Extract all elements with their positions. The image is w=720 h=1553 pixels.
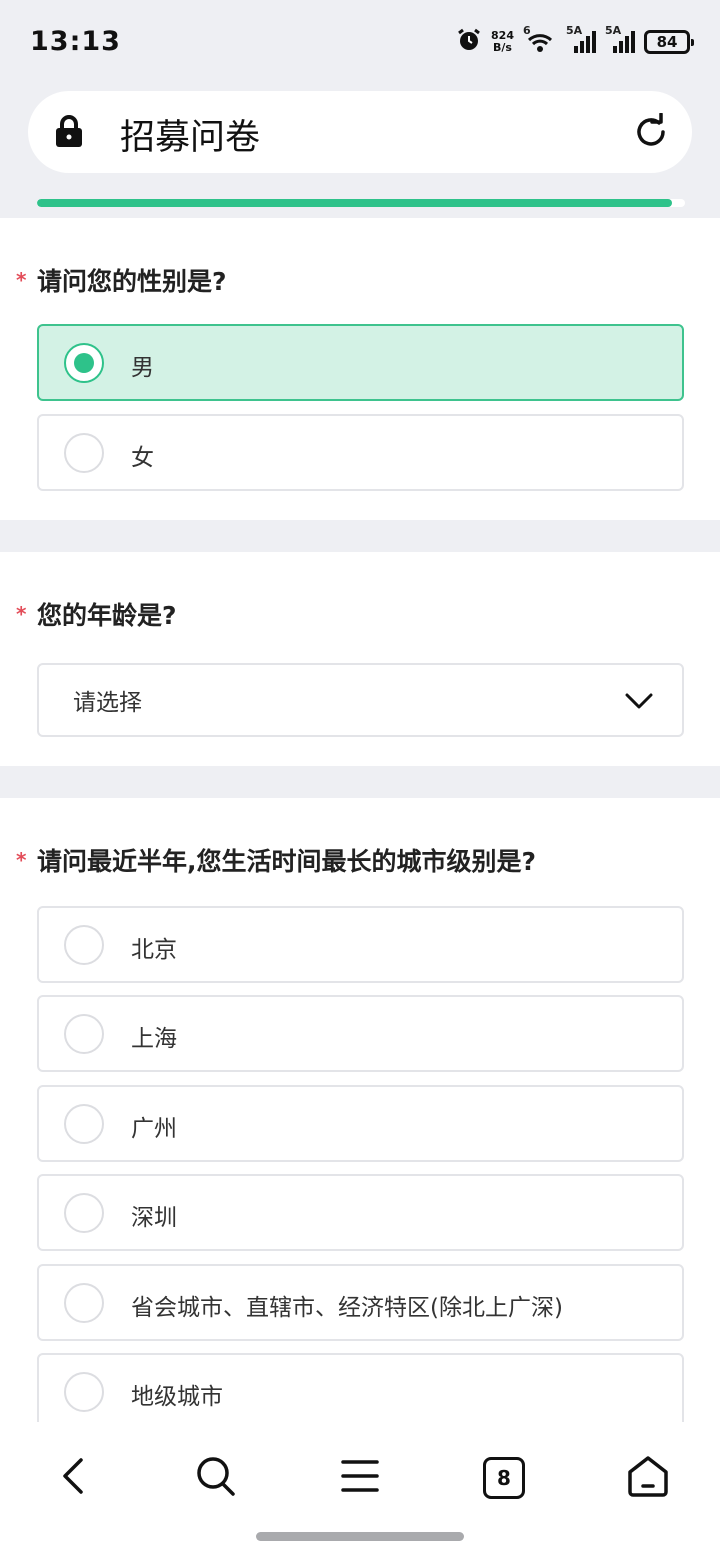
progress-area	[0, 190, 720, 218]
wifi-icon: 6	[523, 24, 557, 56]
option-label: 北京	[131, 937, 177, 963]
home-button[interactable]	[618, 1448, 678, 1508]
progress-fill	[37, 199, 673, 207]
select-value: 请选择	[73, 690, 142, 716]
radio-icon[interactable]	[64, 1283, 104, 1323]
alarm-icon	[456, 27, 482, 57]
reload-icon[interactable]	[632, 112, 670, 155]
option-shenzhen[interactable]: 深圳	[37, 1174, 684, 1251]
option-male[interactable]: 男	[37, 324, 684, 401]
back-button[interactable]	[44, 1448, 104, 1508]
radio-icon[interactable]	[64, 925, 104, 965]
required-mark: *	[16, 268, 27, 292]
status-bar: 13:13 824 B/s 6 5A 5A 84	[0, 0, 720, 84]
option-beijing[interactable]: 北京	[37, 906, 684, 983]
net-speed-unit: B/s	[493, 41, 512, 54]
radio-selected-icon[interactable]	[64, 343, 104, 383]
signal-sim1-icon: 5A	[566, 24, 596, 56]
option-label: 地级城市	[131, 1384, 223, 1410]
tabs-button[interactable]: 8	[474, 1448, 534, 1508]
network-speed: 824 B/s	[491, 30, 514, 54]
question-title: 请问最近半年,您生活时间最长的城市级别是?	[37, 847, 537, 876]
option-label: 深圳	[131, 1205, 177, 1231]
question-title: 请问您的性别是?	[37, 267, 227, 296]
question-city-level: * 请问最近半年,您生活时间最长的城市级别是? 北京 上海 广州 深圳 省会城市…	[0, 798, 720, 1422]
chevron-down-icon	[624, 691, 654, 715]
menu-icon	[341, 1458, 379, 1498]
home-icon	[626, 1454, 670, 1502]
option-provincial-capital[interactable]: 省会城市、直辖市、经济特区(除北上广深)	[37, 1264, 684, 1341]
required-mark: *	[16, 602, 27, 626]
radio-icon[interactable]	[64, 433, 104, 473]
back-icon	[59, 1456, 89, 1500]
option-label: 女	[131, 445, 154, 471]
age-select[interactable]: 请选择	[37, 663, 684, 737]
status-icons: 824 B/s 6 5A 5A 84	[456, 24, 694, 58]
status-time: 13:13	[30, 26, 121, 57]
search-icon	[194, 1454, 238, 1502]
option-shanghai[interactable]: 上海	[37, 995, 684, 1072]
question-gender: * 请问您的性别是? 男 女	[0, 218, 720, 520]
tab-count-icon: 8	[483, 1457, 525, 1499]
radio-icon[interactable]	[64, 1104, 104, 1144]
option-label: 男	[131, 355, 154, 381]
search-button[interactable]	[186, 1448, 246, 1508]
page-title: 招募问卷	[120, 118, 261, 158]
lock-icon	[54, 115, 84, 153]
option-label: 省会城市、直辖市、经济特区(除北上广深)	[131, 1295, 563, 1321]
progress-bar	[37, 199, 685, 207]
option-guangzhou[interactable]: 广州	[37, 1085, 684, 1162]
menu-button[interactable]	[330, 1448, 390, 1508]
url-bar[interactable]: 招募问卷	[28, 91, 692, 173]
home-indicator[interactable]	[256, 1532, 464, 1541]
option-prefecture-city[interactable]: 地级城市	[37, 1353, 684, 1422]
question-age: * 您的年龄是? 请选择	[0, 552, 720, 766]
radio-icon[interactable]	[64, 1372, 104, 1412]
option-female[interactable]: 女	[37, 414, 684, 491]
battery-icon: 84	[644, 30, 694, 54]
required-mark: *	[16, 848, 27, 872]
option-label: 广州	[131, 1116, 177, 1142]
option-label: 上海	[131, 1026, 177, 1052]
radio-icon[interactable]	[64, 1014, 104, 1054]
radio-icon[interactable]	[64, 1193, 104, 1233]
question-title: 您的年龄是?	[37, 601, 177, 630]
signal-sim2-icon: 5A	[605, 24, 635, 56]
